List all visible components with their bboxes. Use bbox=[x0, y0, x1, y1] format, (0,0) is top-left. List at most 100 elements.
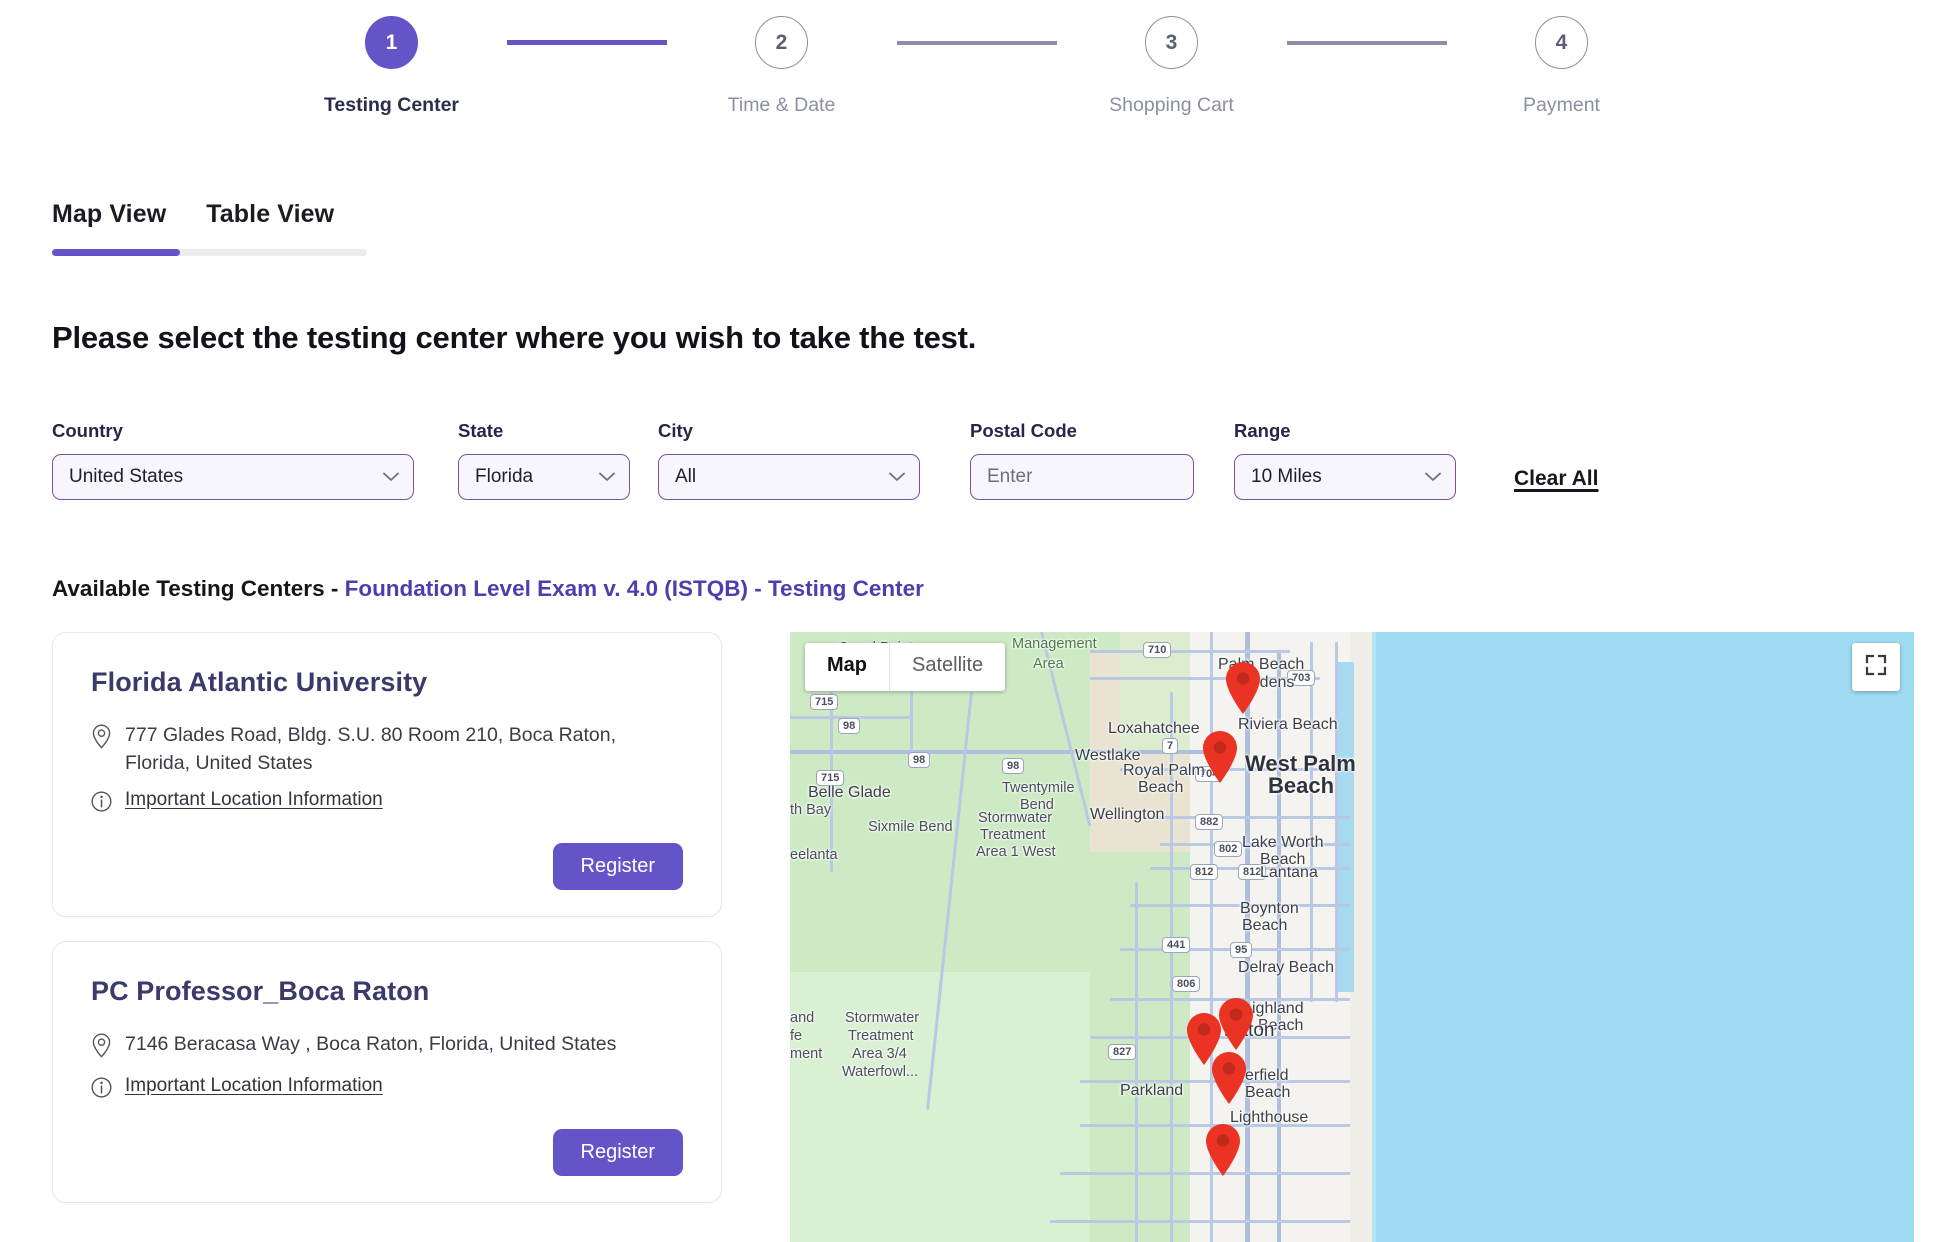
map-place-label: ment bbox=[790, 1046, 823, 1062]
route-shield: 710 bbox=[1143, 642, 1172, 659]
filter-state: State Florida bbox=[458, 420, 630, 500]
map-place-label: Twentymile bbox=[1002, 780, 1075, 796]
map-place-label: th Bay bbox=[790, 802, 832, 818]
map-place-label: fe bbox=[790, 1028, 803, 1044]
map-place-label: Belle Glade bbox=[808, 784, 891, 801]
map-place-label: Area bbox=[1033, 656, 1064, 672]
postal-code-label: Postal Code bbox=[970, 420, 1077, 441]
testing-center-card[interactable]: PC Professor_Boca Raton 7146 Beracasa Wa… bbox=[52, 941, 722, 1204]
map-green-area bbox=[790, 972, 1090, 1242]
state-value: Florida bbox=[475, 466, 534, 487]
map-place-label: Sixmile Bend bbox=[868, 819, 953, 835]
step-connector-3 bbox=[1286, 40, 1447, 45]
progress-stepper: 1 Testing Center 2 Time & Date 3 Shoppin… bbox=[0, 0, 1953, 117]
fullscreen-icon bbox=[1865, 654, 1887, 681]
map-place-label: Delray Beach bbox=[1238, 959, 1335, 976]
map-type-satellite[interactable]: Satellite bbox=[890, 643, 1005, 691]
city-label: City bbox=[658, 420, 693, 441]
step-2-circle[interactable]: 2 bbox=[755, 16, 808, 69]
map-place-label: Loxahatchee bbox=[1108, 720, 1200, 737]
step-2-label: Time & Date bbox=[727, 94, 836, 116]
testing-center-map[interactable]: 710 703 715 98 98 98 715 7 704 882 802 8… bbox=[790, 632, 1914, 1242]
map-pin-icon bbox=[91, 724, 112, 754]
exam-name-link[interactable]: Foundation Level Exam v. 4.0 (ISTQB) - T… bbox=[345, 576, 924, 601]
step-payment[interactable]: 4 Payment bbox=[1447, 16, 1677, 117]
map-place-label: Lake Worth bbox=[1242, 834, 1324, 851]
tab-active-indicator bbox=[52, 249, 367, 256]
map-type-toggle[interactable]: Map Satellite bbox=[805, 643, 1006, 691]
map-place-label: erfield bbox=[1245, 1067, 1289, 1084]
page-title: Please select the testing center where y… bbox=[52, 320, 977, 355]
register-button[interactable]: Register bbox=[552, 1129, 683, 1177]
country-select[interactable]: United States bbox=[52, 454, 414, 500]
state-select[interactable]: Florida bbox=[458, 454, 630, 500]
filter-postal-code: Postal Code Enter bbox=[970, 420, 1194, 500]
map-place-label: ighland bbox=[1252, 1000, 1304, 1017]
fullscreen-button[interactable] bbox=[1852, 643, 1900, 691]
center-address: 7146 Beracasa Way , Boca Raton, Florida,… bbox=[125, 1033, 617, 1056]
filter-country: Country United States bbox=[52, 420, 414, 500]
clear-all-link[interactable]: Clear All bbox=[1514, 467, 1598, 491]
city-select[interactable]: All bbox=[658, 454, 920, 500]
map-place-label: Wellington bbox=[1090, 806, 1165, 823]
map-place-label: Beach bbox=[1268, 773, 1335, 798]
map-marker-pin[interactable] bbox=[1199, 729, 1241, 785]
route-shield: 441 bbox=[1162, 937, 1191, 954]
map-type-map[interactable]: Map bbox=[805, 643, 889, 691]
step-1-circle[interactable]: 1 bbox=[365, 16, 418, 69]
map-road bbox=[1277, 652, 1281, 1242]
center-name: PC Professor_Boca Raton bbox=[91, 976, 430, 1007]
step-3-label: Shopping Cart bbox=[1109, 94, 1234, 116]
map-place-label: and bbox=[790, 1010, 815, 1026]
testing-center-card[interactable]: Florida Atlantic University 777 Glades R… bbox=[52, 632, 722, 918]
tab-table-view[interactable]: Table View bbox=[206, 200, 334, 239]
chevron-down-icon bbox=[889, 472, 905, 482]
step-4-circle[interactable]: 4 bbox=[1535, 16, 1588, 69]
map-place-label: Beach bbox=[1242, 917, 1288, 934]
map-marker-pin[interactable] bbox=[1202, 1122, 1244, 1178]
map-place-label: Treatment bbox=[848, 1028, 914, 1044]
filter-bar: Country United States State Florida City bbox=[52, 420, 1598, 500]
step-connector-1 bbox=[506, 40, 667, 45]
route-shield: 806 bbox=[1172, 976, 1201, 993]
important-location-information-link[interactable]: Important Location Information bbox=[125, 1075, 383, 1097]
tab-map-view[interactable]: Map View bbox=[52, 200, 166, 239]
map-ocean bbox=[1376, 632, 1914, 1242]
step-connector-2 bbox=[896, 40, 1057, 45]
map-place-label: Boynton bbox=[1240, 900, 1299, 917]
map-marker-pin[interactable] bbox=[1222, 660, 1264, 716]
map-place-label: Area 3/4 bbox=[852, 1046, 907, 1062]
available-centers-heading: Available Testing Centers - Foundation L… bbox=[52, 576, 924, 602]
step-shopping-cart[interactable]: 3 Shopping Cart bbox=[1057, 16, 1287, 117]
filter-city: City All bbox=[658, 420, 920, 500]
route-shield: 98 bbox=[908, 752, 931, 769]
step-1-label: Testing Center bbox=[323, 94, 460, 116]
route-shield: 802 bbox=[1214, 841, 1243, 858]
range-select[interactable]: 10 Miles bbox=[1234, 454, 1456, 500]
route-shield: 812 bbox=[1190, 864, 1219, 881]
map-place-label: Treatment bbox=[980, 827, 1046, 843]
postal-code-field[interactable]: Enter bbox=[970, 454, 1194, 500]
route-shield: 882 bbox=[1195, 814, 1224, 831]
step-time-date[interactable]: 2 Time & Date bbox=[667, 16, 897, 117]
map-place-label: Stormwater bbox=[978, 810, 1053, 826]
country-label: Country bbox=[52, 420, 123, 441]
center-name: Florida Atlantic University bbox=[91, 667, 428, 697]
available-centers-prefix: Available Testing Centers - bbox=[52, 576, 345, 601]
register-button[interactable]: Register bbox=[552, 843, 683, 891]
map-marker-pin[interactable] bbox=[1208, 1050, 1250, 1106]
map-place-label: Area 1 West bbox=[976, 844, 1056, 860]
map-place-label: eelanta bbox=[790, 847, 838, 863]
route-shield: 827 bbox=[1108, 1044, 1137, 1061]
step-testing-center[interactable]: 1 Testing Center bbox=[277, 16, 507, 117]
route-shield: 98 bbox=[1002, 758, 1025, 775]
chevron-down-icon bbox=[383, 472, 399, 482]
chevron-down-icon bbox=[1425, 472, 1441, 482]
map-place-label: Stormwater bbox=[845, 1010, 920, 1026]
map-canvas[interactable]: 710 703 715 98 98 98 715 7 704 882 802 8… bbox=[790, 632, 1914, 1242]
range-value: 10 Miles bbox=[1251, 466, 1322, 487]
map-place-label: Lantana bbox=[1260, 864, 1318, 881]
map-road bbox=[1090, 650, 1290, 653]
important-location-information-link[interactable]: Important Location Information bbox=[125, 789, 383, 811]
step-3-circle[interactable]: 3 bbox=[1145, 16, 1198, 69]
